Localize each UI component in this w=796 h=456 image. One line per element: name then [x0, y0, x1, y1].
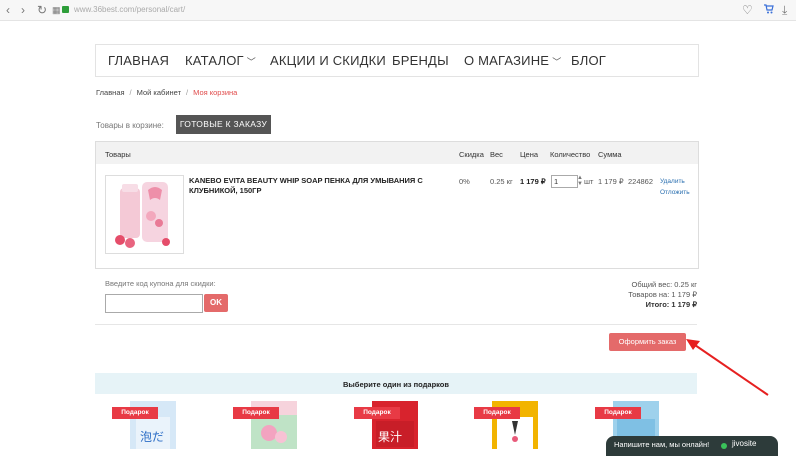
- svg-text:果汁: 果汁: [378, 430, 402, 444]
- postpone-link[interactable]: Отложить: [660, 189, 690, 196]
- quantity-input[interactable]: 1: [551, 175, 578, 188]
- header-discount: Скидка: [459, 150, 484, 159]
- gift-item[interactable]: 泡だ Подарок: [112, 401, 192, 449]
- heart-icon[interactable]: ♡: [742, 2, 753, 18]
- cart-label: Товары в корзине:: [96, 121, 164, 130]
- item-unit: шт: [584, 177, 594, 186]
- checkout-button[interactable]: Оформить заказ: [609, 333, 686, 351]
- coupon-input[interactable]: [105, 294, 203, 313]
- ready-to-order-tab[interactable]: ГОТОВЫЕ К ЗАКАЗУ: [176, 115, 271, 134]
- item-id: 224862: [628, 177, 654, 186]
- quantity-stepper-icon[interactable]: ▲ ▼: [577, 175, 583, 187]
- item-discount: 0%: [459, 177, 470, 186]
- table-header: Товары Скидка Вес Цена Количество Сумма: [96, 142, 698, 164]
- total-weight: Общий вес: 0.25 кг: [631, 280, 697, 289]
- gifts-title: Выберите один из подарков: [342, 380, 449, 389]
- gift-ribbon: Подарок: [233, 407, 279, 419]
- gift-ribbon: Подарок: [112, 407, 158, 419]
- header-price: Цена: [520, 150, 539, 159]
- breadcrumb: Главная / Мой кабинет / Моя корзина: [96, 88, 238, 97]
- breadcrumb-cabinet[interactable]: Мой кабинет: [137, 88, 181, 97]
- address-bar[interactable]: www.36best.com/personal/cart/: [62, 2, 762, 17]
- gift-ribbon: Подарок: [354, 407, 400, 419]
- nav-catalog-label: КАТАЛОГ: [185, 53, 244, 68]
- gift-item[interactable]: Подарок: [233, 401, 313, 449]
- lock-icon: [62, 6, 69, 13]
- order-total: Итого: 1 179 ₽: [645, 300, 697, 309]
- header-sum: Сумма: [598, 150, 622, 159]
- coupon-label: Введите код купона для скидки:: [105, 279, 216, 288]
- divider: [95, 324, 697, 325]
- nav-about[interactable]: О МАГАЗИНЕ ﹀: [464, 53, 561, 68]
- svg-text:泡だ: 泡だ: [140, 430, 164, 444]
- chat-text: Напишите нам, мы онлайн!: [614, 440, 710, 449]
- gift-ribbon: Подарок: [474, 407, 520, 419]
- chevron-down-icon: ﹀: [246, 57, 256, 67]
- breadcrumb-home[interactable]: Главная: [96, 88, 125, 97]
- back-icon[interactable]: ‹: [6, 2, 10, 18]
- nav-about-label: О МАГАЗИНЕ: [464, 53, 550, 68]
- url-text: www.36best.com/personal/cart/: [74, 5, 186, 14]
- nav-catalog[interactable]: КАТАЛОГ ﹀: [185, 53, 256, 68]
- apps-grid-icon[interactable]: ▦: [52, 2, 61, 18]
- nav-home[interactable]: ГЛАВНАЯ: [108, 53, 169, 68]
- header-quantity: Количество: [550, 150, 591, 159]
- header-goods: Товары: [105, 150, 131, 159]
- coupon-ok-button[interactable]: OK: [204, 294, 228, 312]
- nav-brands[interactable]: БРЕНДЫ: [392, 53, 449, 68]
- chat-brand: jivosite: [732, 439, 757, 448]
- download-icon[interactable]: ⤓: [782, 2, 787, 18]
- gift-ribbon: Подарок: [595, 407, 641, 419]
- gifts-header: Выберите один из подарков: [95, 373, 697, 394]
- main-nav: ГЛАВНАЯ КАТАЛОГ ﹀ АКЦИИ И СКИДКИ БРЕНДЫ О…: [95, 44, 699, 77]
- gift-item[interactable]: 果汁 Подарок: [354, 401, 434, 449]
- cart-icon[interactable]: [764, 2, 774, 18]
- goods-sum: Товаров на: 1 179 ₽: [628, 290, 697, 299]
- breadcrumb-current: Моя корзина: [193, 88, 238, 97]
- reload-icon[interactable]: ↻: [37, 2, 47, 18]
- online-status-icon: [721, 443, 727, 449]
- forward-icon[interactable]: ›: [21, 2, 25, 18]
- browser-toolbar: ‹ › ↻ ▦ www.36best.com/personal/cart/ ♡ …: [0, 0, 796, 21]
- gift-item[interactable]: Подарок: [474, 401, 554, 449]
- nav-blog[interactable]: БЛОГ: [571, 53, 606, 68]
- header-weight: Вес: [490, 150, 503, 159]
- delete-link[interactable]: Удалить: [660, 178, 685, 185]
- item-sum: 1 179 ₽: [598, 177, 624, 186]
- nav-sales[interactable]: АКЦИИ И СКИДКИ: [270, 53, 386, 68]
- item-price: 1 179 ₽: [520, 177, 546, 186]
- chat-widget[interactable]: Напишите нам, мы онлайн! jivosite: [606, 436, 778, 456]
- product-image[interactable]: [105, 175, 184, 254]
- chevron-down-icon: ﹀: [552, 57, 562, 67]
- item-weight: 0.25 кг: [490, 177, 513, 186]
- product-name[interactable]: KANEBO EVITA BEAUTY WHIP SOAP ПЕНКА ДЛЯ …: [189, 176, 459, 196]
- cart-table: Товары Скидка Вес Цена Количество Сумма …: [95, 141, 699, 269]
